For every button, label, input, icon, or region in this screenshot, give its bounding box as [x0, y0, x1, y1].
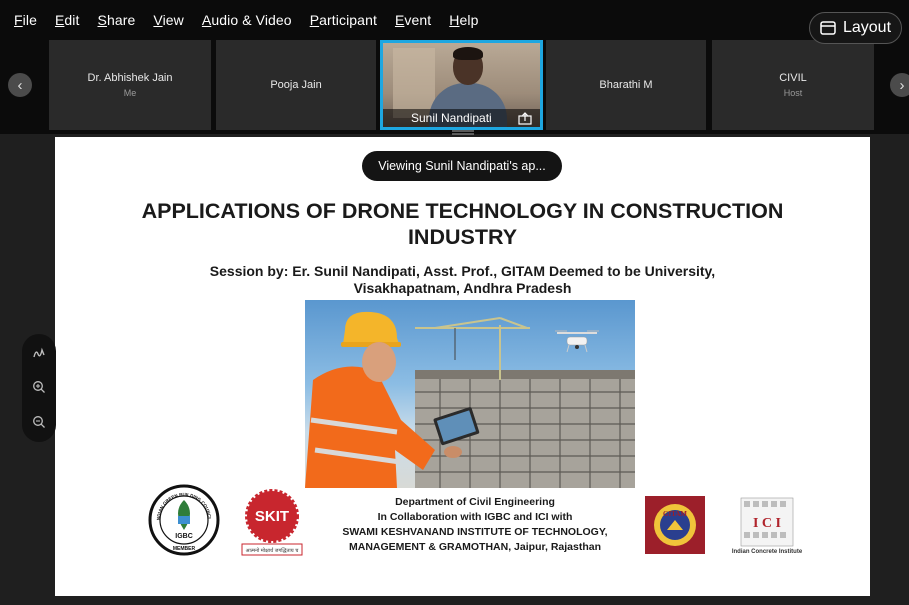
menu-participant[interactable]: Participant [310, 12, 377, 28]
participant-tile[interactable]: Dr. Abhishek Jain Me [49, 40, 211, 130]
slide-title: APPLICATIONS OF DRONE TECHNOLOGY IN CONS… [60, 198, 865, 250]
layout-label: Layout [842, 19, 892, 36]
menu-share[interactable]: Share [98, 12, 136, 28]
menu-mnemonic: V [153, 12, 163, 28]
participant-name: Pooja Jain [270, 79, 322, 91]
pen-annotate-icon [33, 347, 45, 358]
menu-event[interactable]: Event [395, 12, 431, 28]
footer-line: SWAMI KESHVANAND INSTITUTE OF TECHNOLOGY… [342, 526, 608, 538]
menu-label-rest: dit [64, 12, 80, 28]
video-person-hair [453, 47, 483, 60]
footer-line: Department of Civil Engineering [395, 496, 555, 508]
layout-button[interactable]: Layout [809, 12, 902, 44]
strip-next-button[interactable]: › [890, 73, 909, 97]
menu-mnemonic: E [54, 12, 65, 28]
participant-name: CIVIL [779, 72, 807, 84]
skit-text: SKIT [255, 508, 289, 525]
menu-file[interactable]: File [14, 12, 37, 28]
participant-tile-active-video[interactable]: Sunil Nandipati [380, 40, 543, 130]
menu-mnemonic: E [394, 12, 405, 28]
participant-role: Host [783, 88, 803, 98]
menu-help[interactable]: Help [449, 12, 478, 28]
igbc-member-text: MEMBER [173, 546, 196, 552]
slide-subtitle: Session by: Er. Sunil Nandipati, Asst. P… [60, 263, 865, 297]
igbc-member-logo: IGBC INDIAN GREEN BUILDING COUNCIL MEMBE… [148, 484, 220, 556]
viewing-share-indicator[interactable]: Viewing Sunil Nandipati's ap... [362, 151, 562, 181]
menu-label-rest: elp [459, 12, 479, 28]
menu-mnemonic: F [14, 12, 23, 28]
slide-title-line: APPLICATIONS OF DRONE TECHNOLOGY IN CONS… [141, 199, 784, 223]
annotation-toolbar [22, 334, 56, 442]
participant-role: Me [123, 88, 137, 98]
menu-mnemonic: S [97, 12, 107, 28]
menu-label-rest: hare [106, 12, 136, 28]
gitam-text: GITAM [663, 510, 687, 518]
participant-strip: ‹ Dr. Abhishek Jain Me Pooja Jain Sunil … [0, 40, 909, 134]
participant-name: Sunil Nandipati [411, 111, 492, 125]
annotate-button[interactable] [29, 343, 49, 363]
participant-tile[interactable]: CIVIL Host [712, 40, 874, 130]
zoom-out-button[interactable] [29, 412, 49, 432]
zoom-in-button[interactable] [29, 377, 49, 397]
video-door [393, 48, 435, 118]
skit-motto: आत्मनो मोक्षार्थं जगद्धिताय च [246, 547, 300, 554]
participant-name: Bharathi M [599, 79, 653, 91]
ici-caption: Indian Concrete Institute [731, 549, 803, 555]
meeting-window: File Edit Share View Audio & Video Parti… [0, 0, 909, 605]
menu-label-rest: udio & Video [211, 12, 292, 28]
participant-tile[interactable]: Pooja Jain [216, 40, 376, 130]
gitam-logo: GITAM [645, 496, 705, 554]
participant-tile[interactable]: Bharathi M [546, 40, 706, 130]
slide-subtitle-line: Visakhapatnam, Andhra Pradesh [353, 280, 572, 296]
ici-text: I C I [753, 516, 781, 531]
menu-bar: File Edit Share View Audio & Video Parti… [0, 0, 909, 40]
menu-label-rest: vent [404, 12, 432, 28]
menu-label-rest: ile [22, 12, 37, 28]
chevron-right-icon: › [899, 76, 905, 94]
menu-label-rest: articipant [319, 12, 377, 28]
footer-line: In Collaboration with IGBC and ICI with [377, 511, 573, 523]
slide-subtitle-line: Session by: Er. Sunil Nandipati, Asst. P… [209, 263, 716, 279]
igbc-text: IGBC [175, 533, 193, 540]
participant-name: Dr. Abhishek Jain [87, 72, 173, 84]
footer-line: MANAGEMENT & GRAMOTHAN, Jaipur, Rajastha… [348, 541, 602, 553]
slide-footer-text: Department of Civil Engineering In Colla… [320, 495, 630, 555]
slide-title-line: INDUSTRY [407, 225, 518, 249]
strip-prev-button[interactable]: ‹ [8, 73, 32, 97]
zoom-in-icon [33, 381, 45, 393]
zoom-out-icon [33, 416, 45, 428]
skit-logo: SKIT आत्मनो मोक्षार्थं जगद्धिताय च [241, 489, 303, 556]
drone-construction-photo [305, 300, 635, 488]
menu-edit[interactable]: Edit [55, 12, 80, 28]
menu-label-rest: iew [162, 12, 184, 28]
menu-audio-video[interactable]: Audio & Video [202, 12, 292, 28]
drag-handle-icon[interactable] [452, 130, 474, 136]
share-screen-icon [518, 112, 532, 125]
menu-view[interactable]: View [153, 12, 184, 28]
menu-mnemonic: P [309, 12, 320, 28]
chevron-left-icon: ‹ [17, 76, 23, 94]
menu-mnemonic: A [201, 12, 212, 28]
menu-mnemonic: H [449, 12, 460, 28]
layout-icon [820, 21, 836, 35]
